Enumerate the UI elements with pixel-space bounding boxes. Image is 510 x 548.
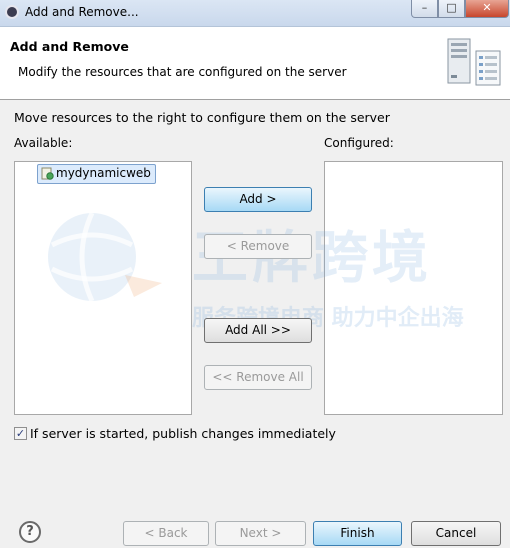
dialog-header: Add and Remove Modify the resources that… [0,27,510,100]
available-list[interactable]: mydynamicweb [14,161,192,415]
configured-list[interactable] [324,161,503,415]
publish-label[interactable]: If server is started, publish changes im… [30,426,336,441]
back-button[interactable]: < Back [123,521,209,546]
window-title: Add and Remove... [25,5,139,19]
checkmark-icon: ✓ [15,427,26,440]
close-icon: ✕ [482,1,492,14]
server-icon [447,38,501,86]
maximize-icon: □ [446,1,457,14]
web-project-icon [41,167,54,180]
publish-checkbox[interactable]: ✓ [14,427,27,440]
eclipse-app-icon [5,5,19,19]
remove-all-button[interactable]: << Remove All [204,365,312,390]
add-all-button[interactable]: Add All >> [204,318,312,343]
dialog-window: Add and Remove... – □ ✕ Add and Remove M… [0,0,510,548]
configured-label: Configured: [324,136,394,150]
finish-button[interactable]: Finish [313,521,402,546]
remove-button[interactable]: < Remove [204,234,312,259]
minimize-button[interactable]: – [411,0,438,18]
next-button[interactable]: Next > [215,521,306,546]
available-label: Available: [14,136,73,150]
close-button[interactable]: ✕ [465,0,509,18]
cancel-button[interactable]: Cancel [411,521,501,546]
instructions-text: Move resources to the right to configure… [14,110,390,125]
list-item[interactable]: mydynamicweb [37,164,156,184]
help-icon[interactable]: ? [19,521,41,543]
list-item-label: mydynamicweb [56,166,151,180]
add-button[interactable]: Add > [204,187,312,212]
minimize-icon: – [421,1,428,14]
maximize-button[interactable]: □ [438,0,465,18]
header-title: Add and Remove [10,39,129,54]
title-bar[interactable]: Add and Remove... – □ ✕ [0,0,510,27]
header-description: Modify the resources that are configured… [18,65,347,79]
